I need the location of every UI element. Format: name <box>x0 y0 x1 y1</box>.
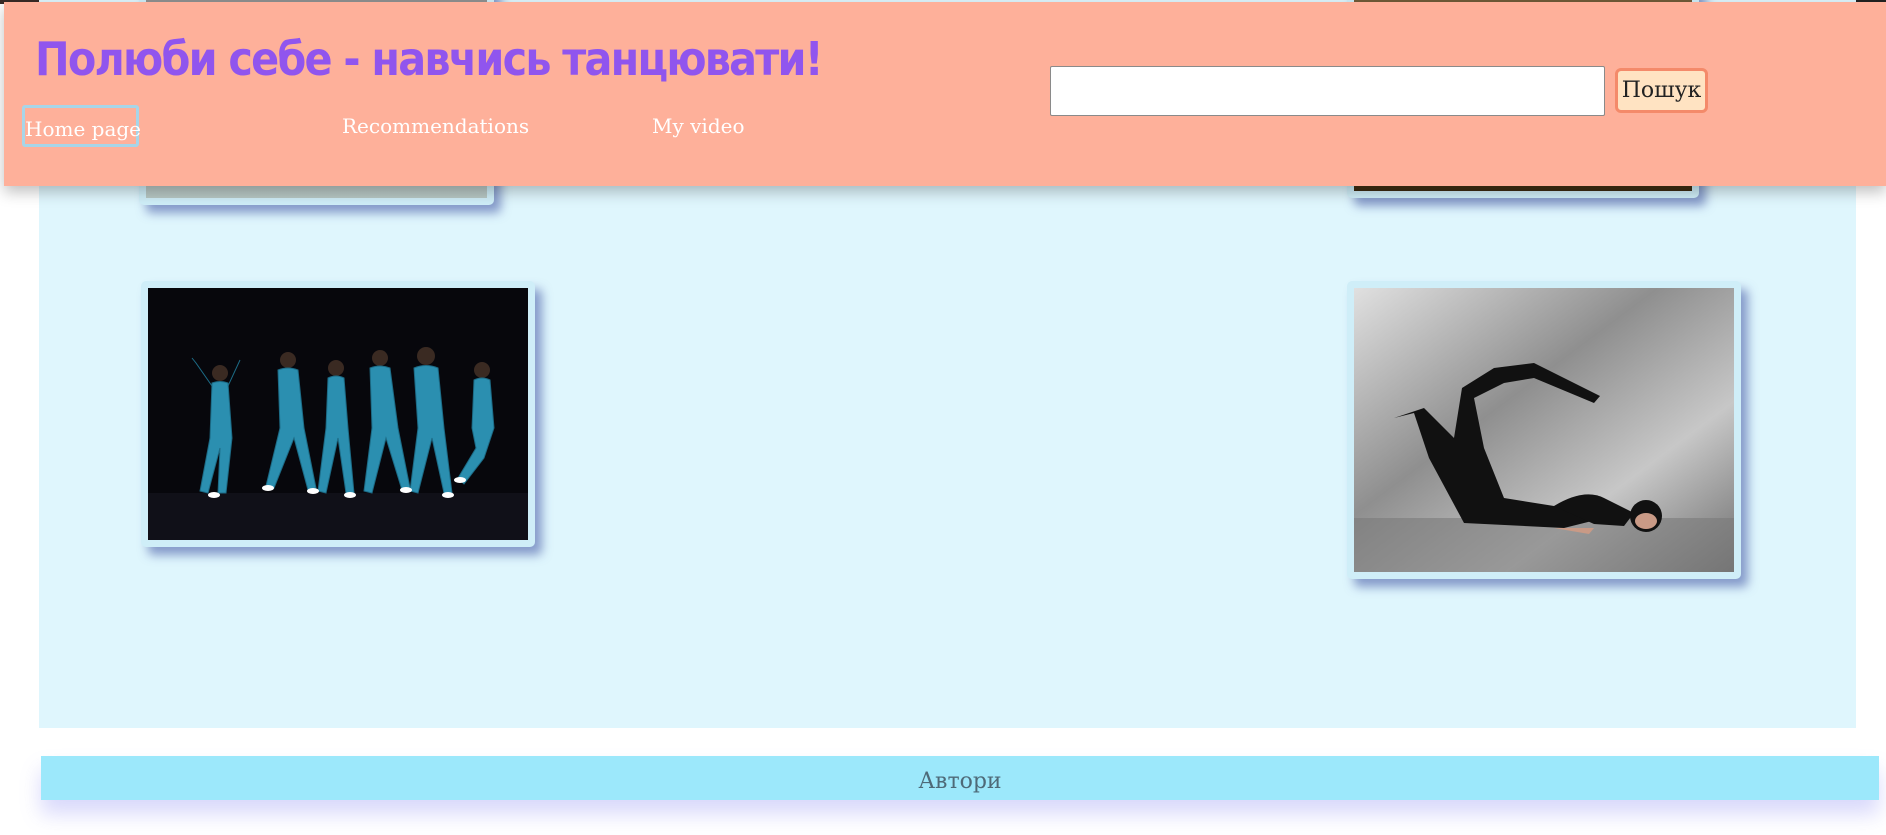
search-button[interactable]: Пошук <box>1615 68 1708 113</box>
photo-image <box>1354 288 1734 572</box>
solo-dancer-image <box>1354 288 1734 572</box>
search-input[interactable] <box>1050 66 1605 116</box>
site-header: Полюби себе - навчись танцювати! Home pa… <box>4 2 1886 186</box>
site-title: Полюби себе - навчись танцювати! <box>35 32 824 86</box>
footer-authors-link[interactable]: Автори <box>918 756 1001 808</box>
photo-image <box>148 288 528 540</box>
dance-group-image <box>148 288 528 540</box>
nav-recommendations[interactable]: Recommendations <box>342 114 529 138</box>
gallery-photo-solo-dancer <box>1347 281 1741 579</box>
gallery-photo-dance-group <box>141 281 535 547</box>
site-footer: Автори <box>41 756 1879 800</box>
nav-my-video[interactable]: My video <box>652 114 745 138</box>
nav-home-page[interactable]: Home page <box>22 105 141 147</box>
